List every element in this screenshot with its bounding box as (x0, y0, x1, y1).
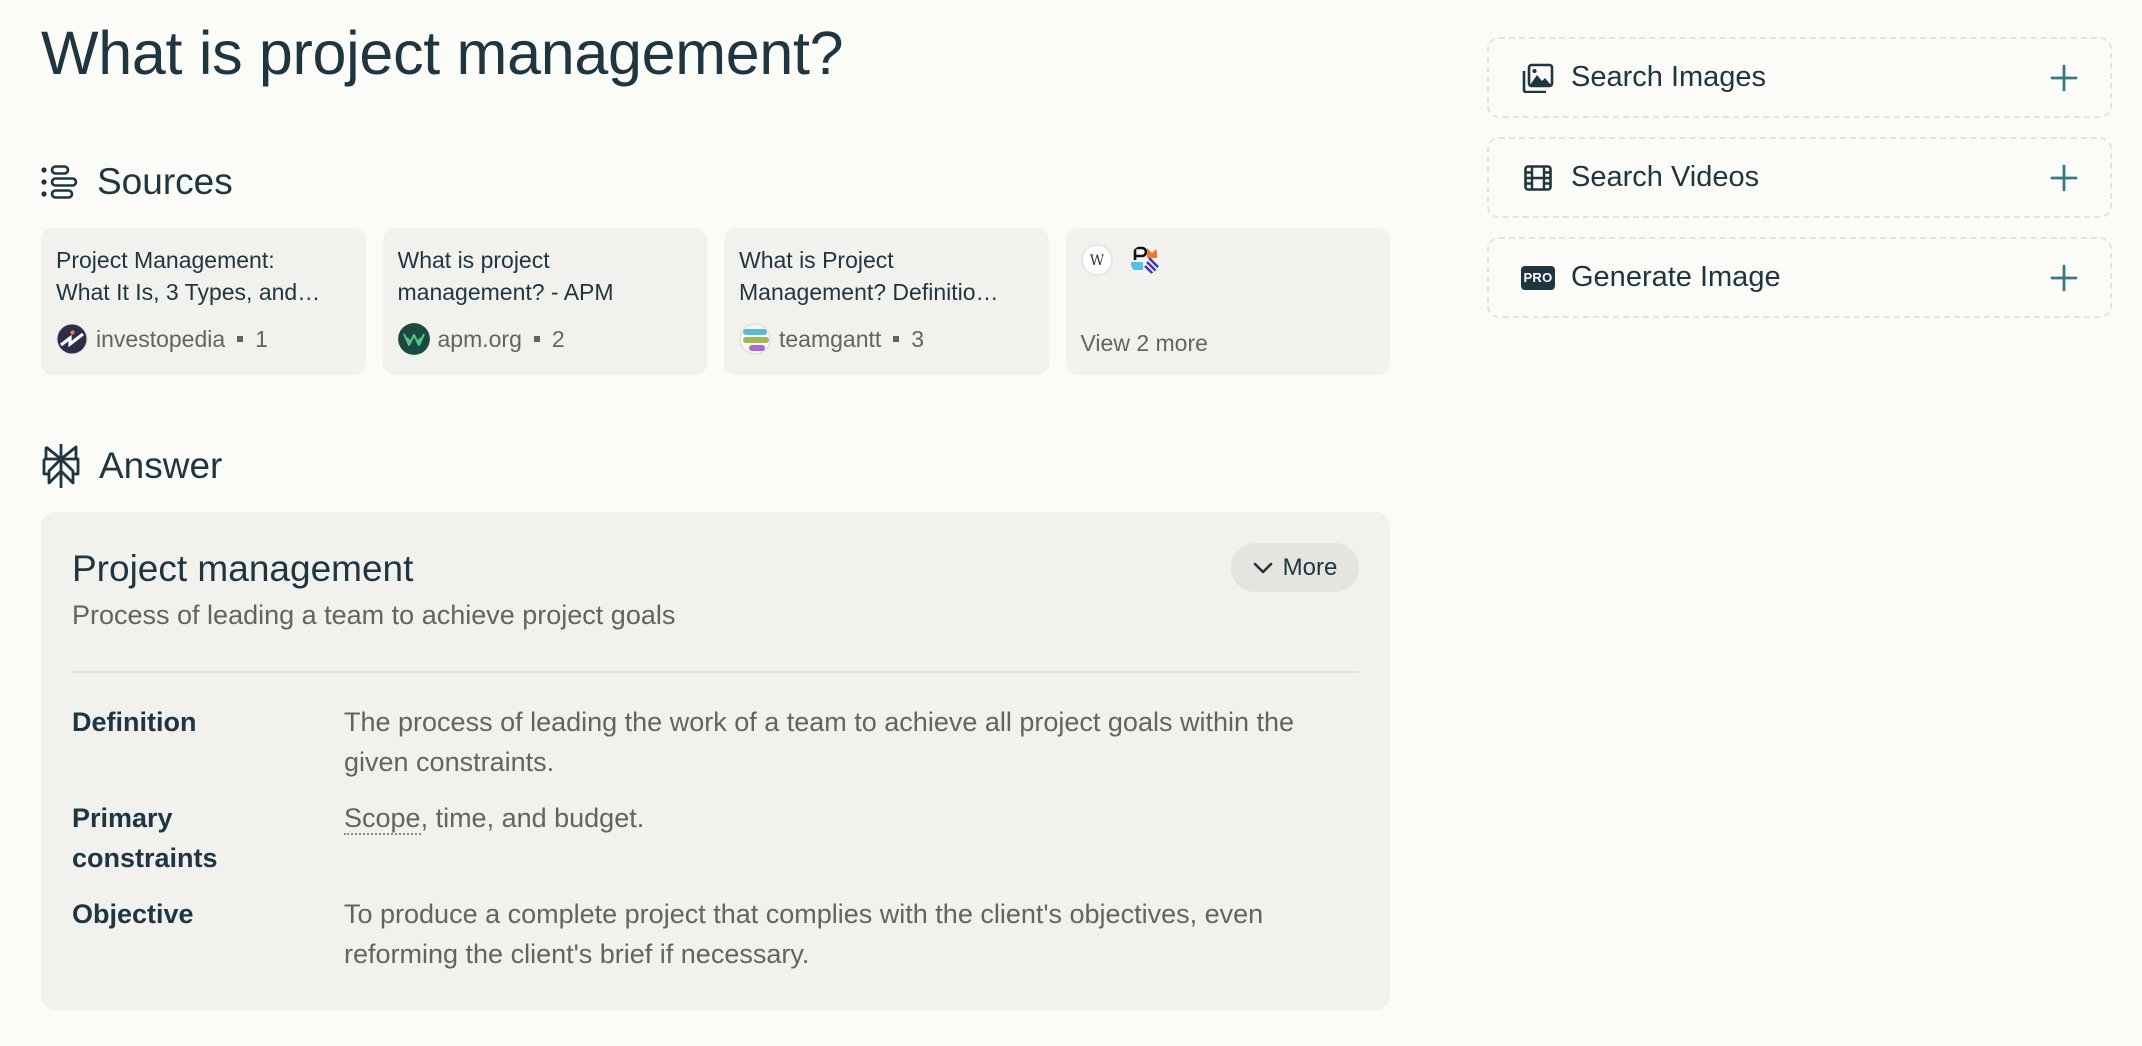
fact-value: The process of leading the work of a tea… (344, 707, 1295, 777)
generate-image-button[interactable]: PRO Generate Image (1487, 237, 2112, 318)
entity-subtitle: Process of leading a team to achieve pro… (72, 600, 676, 630)
search-videos-button[interactable]: Search Videos (1487, 137, 2112, 218)
source-site: teamgantt (779, 325, 882, 352)
fact-row: Primary constraints Scope, time, and bud… (72, 798, 1359, 878)
svg-text:W: W (1089, 253, 1104, 269)
investopedia-favicon (56, 323, 88, 355)
separator-dot (533, 336, 540, 342)
search-images-button[interactable]: Search Images (1487, 37, 2112, 118)
wikipedia-favicon: W (1080, 244, 1113, 276)
facts-table: Definition The process of leading the wo… (72, 702, 1359, 990)
fact-value-rest: , time, and budget. (420, 803, 645, 833)
source-title-line: What is Project (739, 247, 894, 273)
fact-row: Definition The process of leading the wo… (72, 702, 1359, 782)
source-site: investopedia (96, 325, 226, 352)
fact-value: To produce a complete project that compl… (344, 899, 1264, 969)
sources-heading: Sources (97, 161, 233, 202)
generate-image-label: Generate Image (1571, 261, 1781, 293)
source-index: 1 (255, 325, 268, 352)
more-button[interactable]: More (1231, 543, 1359, 592)
page-title: What is project management? (41, 19, 844, 87)
plus-icon (2050, 264, 2078, 291)
image-gallery-icon (1521, 61, 1555, 95)
separator-dot (893, 336, 900, 342)
source-title: What is Project Management? Definitio… (739, 244, 1034, 308)
source-title-line: management? - APM (397, 279, 614, 305)
fact-label: Definition (72, 707, 197, 737)
source-site: apm.org (437, 325, 522, 352)
plus-icon (2050, 164, 2078, 191)
answer-heading: Answer (99, 445, 223, 486)
source-title-line: What is project (397, 247, 550, 273)
separator-dot (237, 336, 244, 342)
fact-label: Primary constraints (72, 803, 218, 873)
chevron-down-icon (1253, 562, 1272, 573)
answer-header: Answer (41, 444, 222, 488)
sources-list: Project Management: What It Is, 3 Types,… (41, 228, 1390, 375)
pro-badge: PRO (1521, 265, 1555, 290)
pro-badge-icon: PRO (1521, 261, 1555, 295)
source-title-line: Project Management: (56, 247, 275, 273)
view-more-sources-card[interactable]: W View 2 more (1065, 228, 1390, 375)
source-meta: investopedia 1 (56, 323, 268, 355)
search-videos-label: Search Videos (1571, 161, 1760, 193)
view-more-label: View 2 more (1080, 330, 1208, 356)
sources-header: Sources (41, 160, 233, 204)
more-favicons: W (1080, 244, 1376, 276)
teamgantt-favicon (739, 323, 771, 355)
plus-icon (2050, 64, 2078, 91)
source-meta: apm.org 2 (397, 323, 565, 355)
pm-favicon (1129, 245, 1160, 275)
fact-row: Objective To produce a complete project … (72, 894, 1359, 974)
sources-list-icon (41, 165, 79, 199)
divider (72, 671, 1359, 673)
search-images-label: Search Images (1571, 61, 1767, 93)
source-card-1[interactable]: Project Management: What It Is, 3 Types,… (41, 228, 366, 375)
source-meta: teamgantt 3 (739, 323, 924, 355)
film-icon (1521, 161, 1555, 195)
source-title: Project Management: What It Is, 3 Types,… (56, 244, 351, 308)
source-index: 3 (911, 325, 925, 352)
apm-favicon (397, 323, 430, 355)
more-button-label: More (1282, 553, 1338, 581)
knowledge-card: Project management Process of leading a … (41, 512, 1390, 1010)
source-index: 2 (551, 325, 565, 352)
fact-value: Scope, time, and budget. (344, 798, 1359, 878)
source-title-line: What It Is, 3 Types, and… (56, 279, 321, 305)
scope-term-link[interactable]: Scope (344, 803, 421, 835)
source-title: What is project management? - APM (398, 244, 693, 308)
fact-label: Objective (72, 899, 194, 929)
source-card-2[interactable]: What is project management? - APM apm.or… (382, 228, 707, 375)
source-card-3[interactable]: What is Project Management? Definitio… t… (724, 228, 1049, 375)
perplexity-logo-icon (41, 443, 81, 489)
entity-title: Project management (72, 548, 414, 589)
source-title-line: Management? Definitio… (739, 279, 999, 305)
